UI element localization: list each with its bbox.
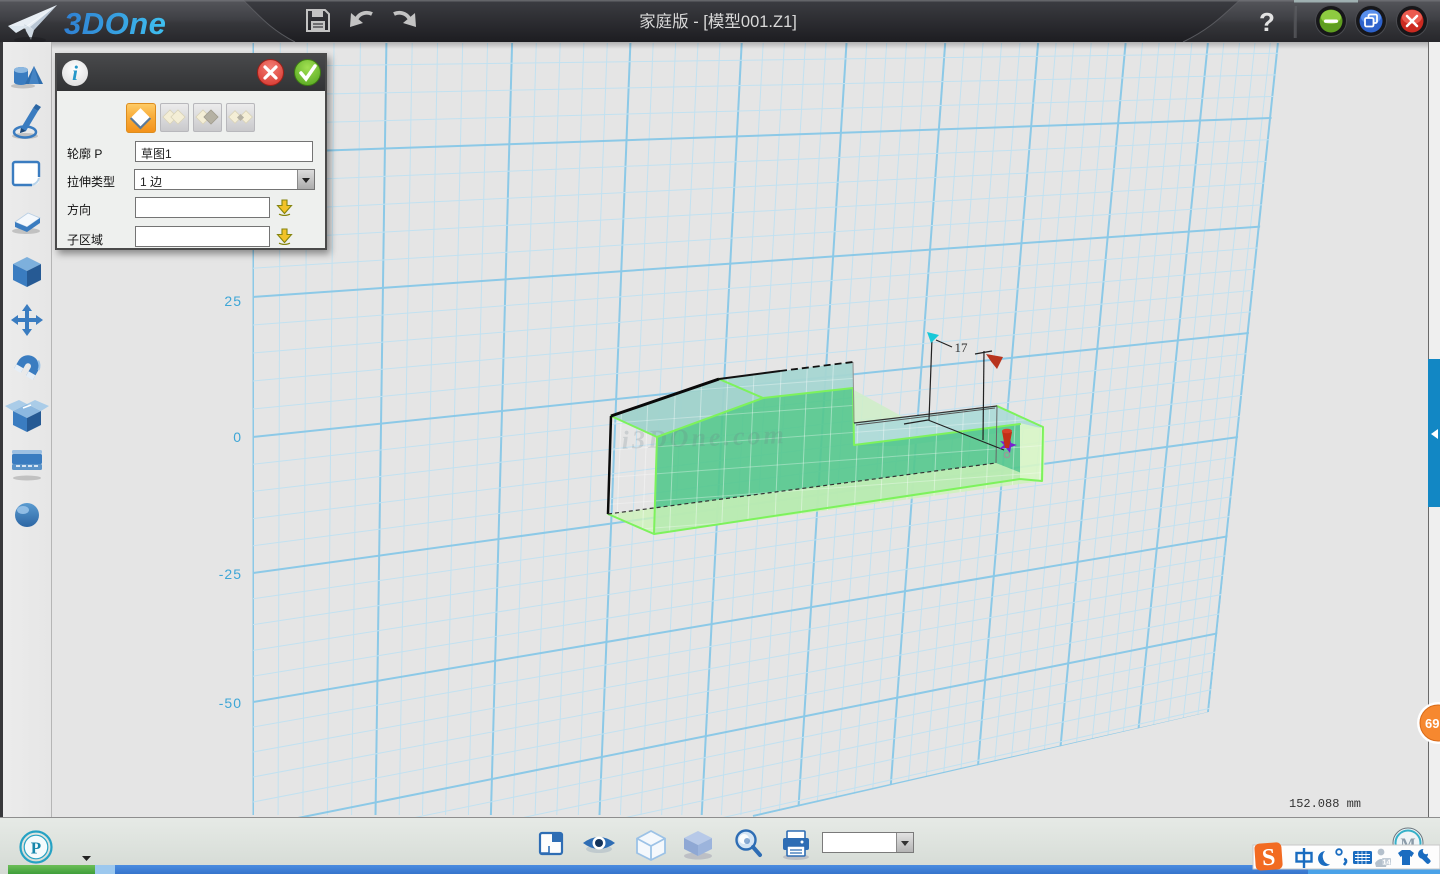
svg-text:S: S	[1261, 845, 1276, 872]
svg-text:?: ?	[1259, 7, 1275, 37]
svg-text:-50: -50	[219, 695, 242, 711]
svg-text:家庭版 - [模型001.Z1]: 家庭版 - [模型001.Z1]	[639, 12, 797, 31]
svg-text:0: 0	[233, 429, 242, 445]
svg-text:3DOne: 3DOne	[64, 6, 166, 41]
svg-text:P: P	[31, 839, 41, 858]
svg-text:25: 25	[224, 293, 242, 309]
svg-text:i3DOne.com: i3DOne.com	[621, 420, 787, 455]
svg-text:-25: -25	[219, 566, 242, 582]
svg-text:69: 69	[1425, 716, 1439, 731]
svg-text:14: 14	[1382, 858, 1391, 867]
svg-text:17: 17	[955, 340, 969, 355]
